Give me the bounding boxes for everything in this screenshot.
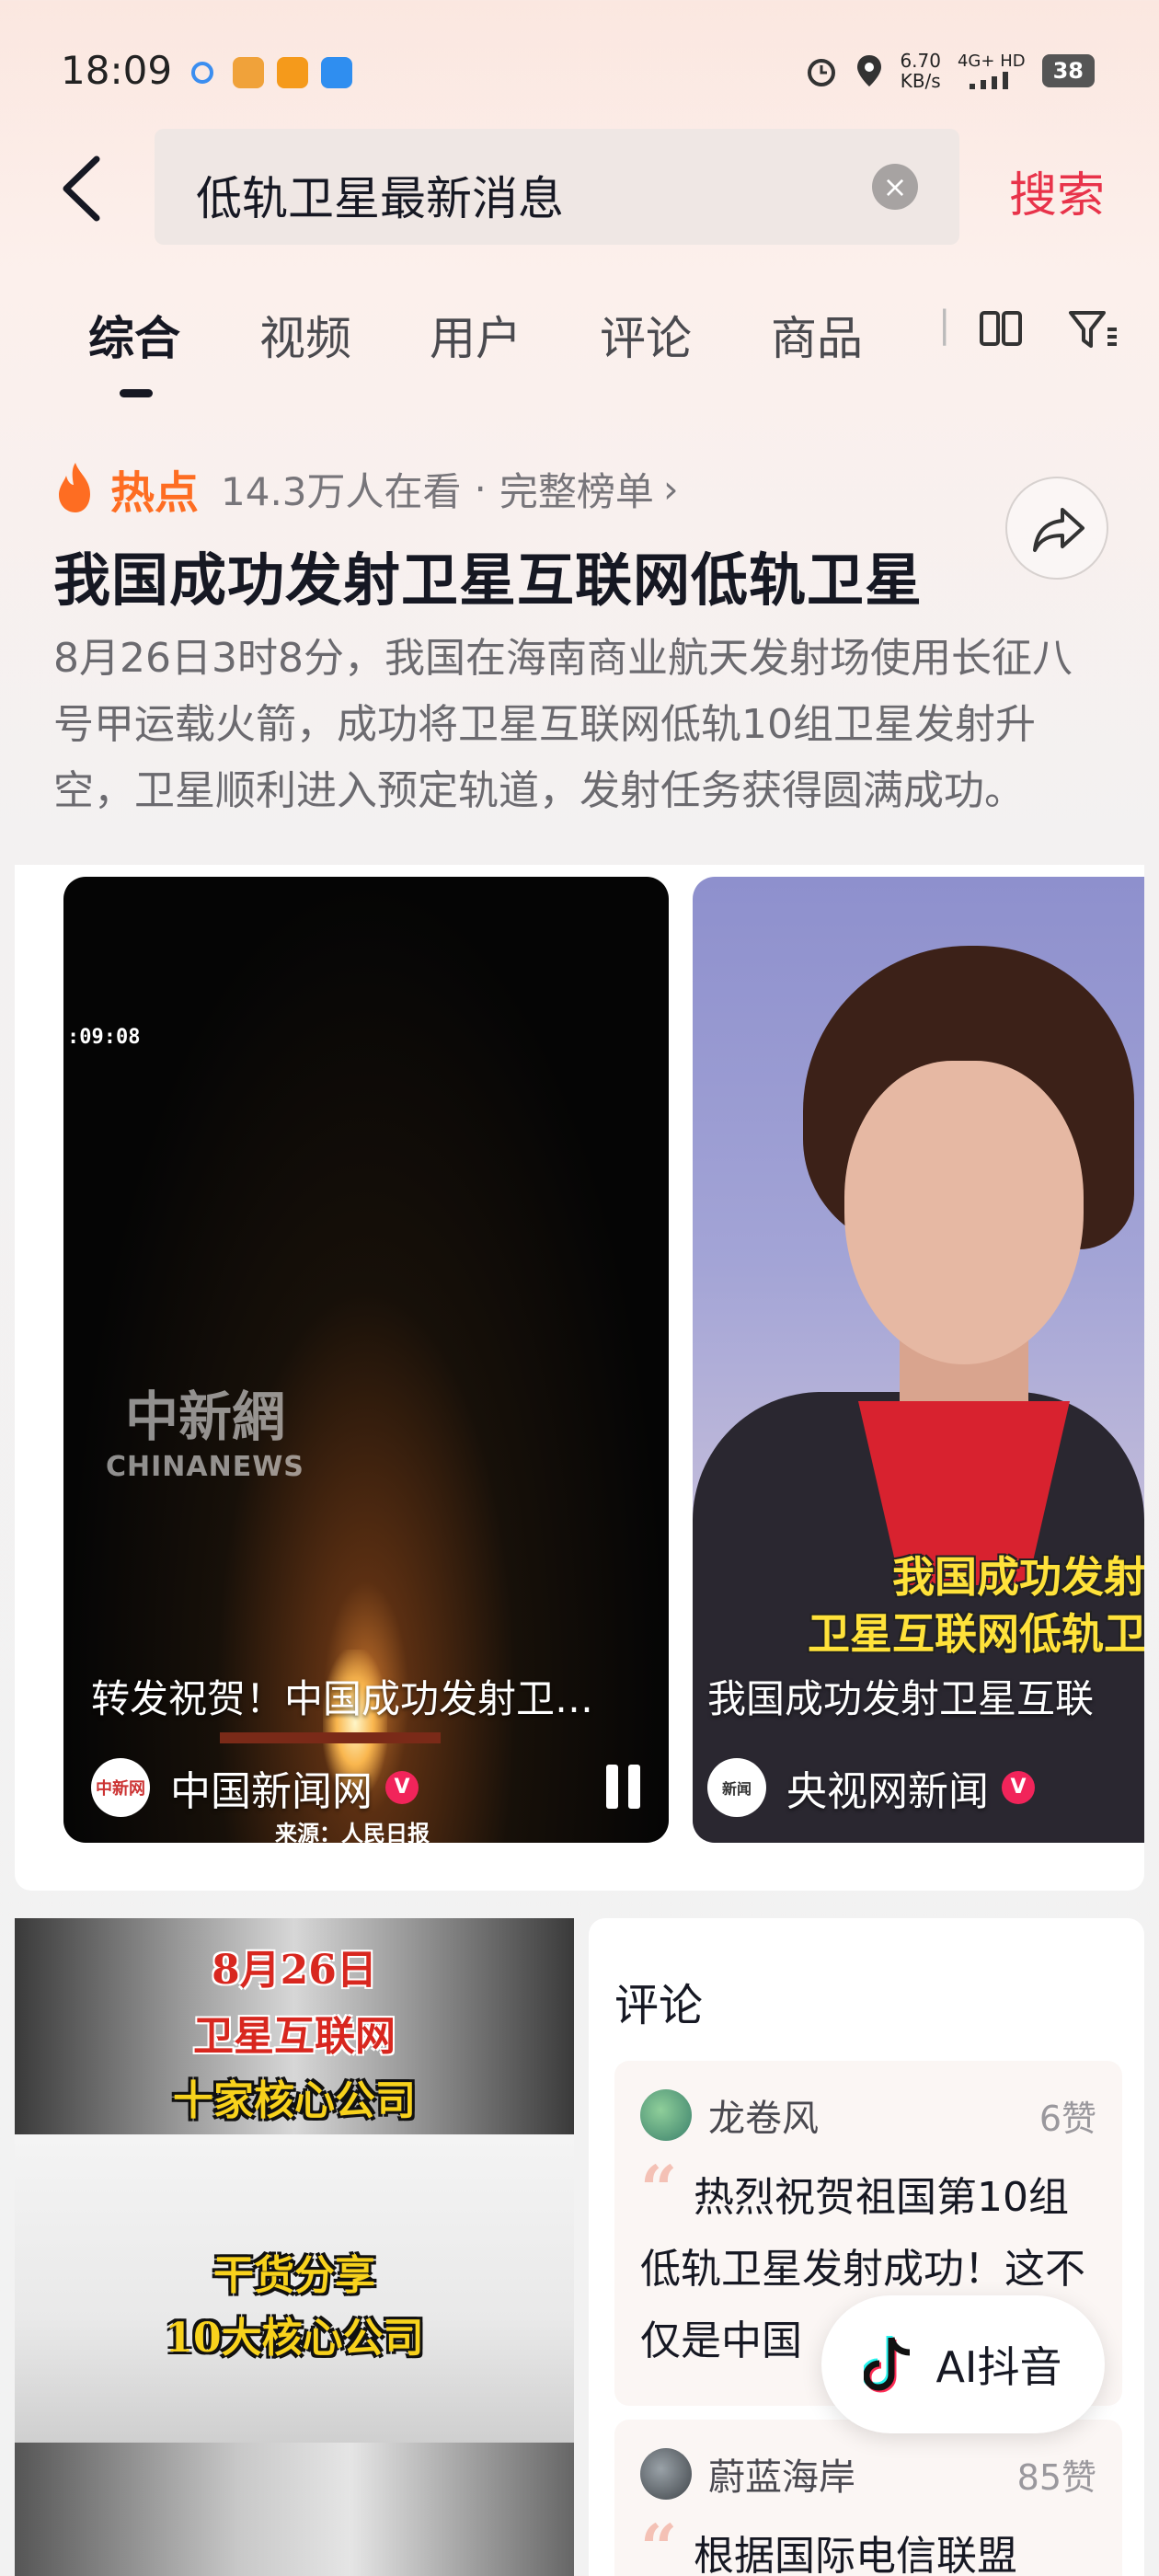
active-tab-indicator [120, 389, 153, 397]
video-carousel: :09:08 中新網 CHINANEWS 转发祝贺！中国成功发射卫… 中新网 中… [15, 865, 1144, 1891]
author-name: 中国新闻网 [170, 1768, 373, 1815]
tab-overflow-fade: | [938, 304, 951, 346]
search-tabs: 综合 视频 用户 评论 商品 | [0, 294, 1159, 405]
status-time: 18:09 [61, 48, 173, 93]
tab-all[interactable]: 综合 [88, 302, 180, 368]
app-icon [277, 57, 308, 88]
video-title: 转发祝贺！中国成功发射卫… [91, 1676, 594, 1721]
video-thumbnail-card[interactable]: 8月26日 卫星互联网 十家核心公司 干货分享 10大核心公司 [15, 1918, 574, 2576]
search-button[interactable]: 搜索 [1009, 156, 1105, 225]
avatar: 中新网 [91, 1758, 150, 1817]
avatar [640, 2448, 692, 2500]
launch-pad [220, 1732, 441, 1743]
anchor-figure [844, 1061, 1084, 1364]
verified-icon: V [385, 1771, 419, 1804]
comment-header: 龙卷风 6赞 [640, 2088, 1096, 2142]
poster-text: 卫星互联网 [193, 2013, 396, 2060]
video-timestamp: :09:08 [67, 1026, 141, 1049]
filter-icon[interactable] [1067, 302, 1119, 357]
comments-card[interactable]: 评论 龙卷风 6赞 “ 热烈祝贺祖国第10组低轨卫星发射成功！这不仅是中国 蔚蓝… [589, 1918, 1144, 2576]
viewer-count: 14.3万人在看 [221, 468, 462, 514]
ai-douyin-button[interactable]: AI抖音 [821, 2295, 1105, 2433]
full-list-link[interactable]: 完整榜单 [499, 461, 654, 517]
hot-label: 热点 [110, 467, 200, 519]
app-icon [321, 57, 352, 88]
caption-line: 卫星互联网低轨卫 [808, 1609, 1144, 1659]
comment-likes: 6赞 [1039, 2098, 1096, 2139]
video-author[interactable]: 中新网 中国新闻网 V [91, 1758, 419, 1817]
chevron-right-icon: › [662, 466, 679, 512]
video-author[interactable]: 新闻 央视网新闻 V [707, 1758, 1035, 1817]
status-bar: 18:09 6.70 KB/s 4G+ HD 38 [0, 0, 1159, 138]
comment-author: 龙卷风 [708, 2098, 819, 2140]
poster-background [15, 2443, 574, 2576]
message-icon [191, 62, 213, 84]
video-title: 我国成功发射卫星互联 [707, 1676, 1095, 1721]
avatar: 新闻 [707, 1758, 766, 1817]
net-speed: 6.70 KB/s [900, 51, 941, 91]
battery-indicator: 38 [1041, 54, 1095, 87]
comment-text: 根据国际电信联盟 [694, 2533, 1017, 2576]
comment-likes: 85赞 [1016, 2456, 1096, 2498]
tab-video[interactable]: 视频 [259, 302, 351, 368]
net-speed-value: 6.70 [900, 50, 941, 72]
video-card[interactable]: :09:08 中新網 CHINANEWS 转发祝贺！中国成功发射卫… 中新网 中… [63, 877, 669, 1843]
search-query[interactable]: 低轨卫星最新消息 [196, 162, 564, 228]
hot-topic-row[interactable]: 热点 14.3万人在看 · 完整榜单 › [53, 456, 679, 521]
comment-author: 蔚蓝海岸 [708, 2456, 855, 2499]
app-icon [233, 57, 264, 88]
tab-products[interactable]: 商品 [771, 302, 863, 368]
poster-text: 8月26日 [212, 1947, 377, 1994]
alarm-icon [808, 59, 836, 86]
clear-icon[interactable]: × [872, 164, 918, 210]
tab-comments[interactable]: 评论 [600, 302, 692, 368]
poster-text: 干货分享 [213, 2252, 375, 2299]
separator: · [474, 466, 487, 512]
watermark-zh: 中新網 [124, 1386, 285, 1448]
comment-header: 蔚蓝海岸 85赞 [640, 2447, 1096, 2501]
video-caption: 我国成功发射 卫星互联网低轨卫 [808, 1548, 1144, 1662]
share-icon [1033, 508, 1084, 552]
video-source: 来源：人民日报 [275, 1821, 430, 1843]
status-right: 6.70 KB/s 4G+ HD 38 [804, 51, 1095, 91]
poster-text: 10大核心公司 [165, 2315, 424, 2362]
hot-summary: 8月26日3时8分，我国在海南商业航天发射场使用长征八号甲运载火箭，成功将卫星互… [53, 635, 1073, 814]
signal-icon [969, 72, 1008, 89]
tab-users[interactable]: 用户 [430, 302, 522, 368]
net-speed-unit: KB/s [900, 70, 941, 92]
avatar [640, 2089, 692, 2141]
video-card[interactable]: 我国成功发射 卫星互联网低轨卫 我国成功发射卫星互联 新闻 央视网新闻 V [693, 877, 1144, 1843]
ai-douyin-label: AI抖音 [935, 2342, 1062, 2392]
comments-title: 评论 [614, 1980, 704, 2031]
douyin-logo-icon [864, 2336, 911, 2393]
watermark: 中新網 CHINANEWS [106, 1374, 304, 1483]
comment-item[interactable]: 蔚蓝海岸 85赞 “ 根据国际电信联盟 [614, 2420, 1122, 2576]
flame-icon [59, 463, 90, 512]
share-button[interactable] [1005, 477, 1108, 580]
author-name: 央视网新闻 [786, 1768, 989, 1815]
search-input[interactable]: 低轨卫星最新消息 × [155, 129, 959, 245]
hot-headline[interactable]: 我国成功发射卫星互联网低轨卫星 [53, 534, 923, 616]
net-type: 4G+ HD [957, 52, 1026, 71]
location-icon [857, 55, 882, 86]
signal-group: 4G+ HD [958, 52, 1026, 89]
dual-column-icon[interactable] [978, 302, 1024, 357]
caption-line: 我国成功发射 [892, 1552, 1144, 1602]
pause-icon[interactable] [606, 1765, 643, 1809]
verified-icon: V [1002, 1771, 1035, 1804]
status-app-icons [189, 57, 352, 88]
poster-text: 十家核心公司 [173, 2077, 416, 2124]
watermark-en: CHINANEWS [106, 1451, 304, 1483]
back-arrow-icon[interactable] [55, 152, 110, 225]
